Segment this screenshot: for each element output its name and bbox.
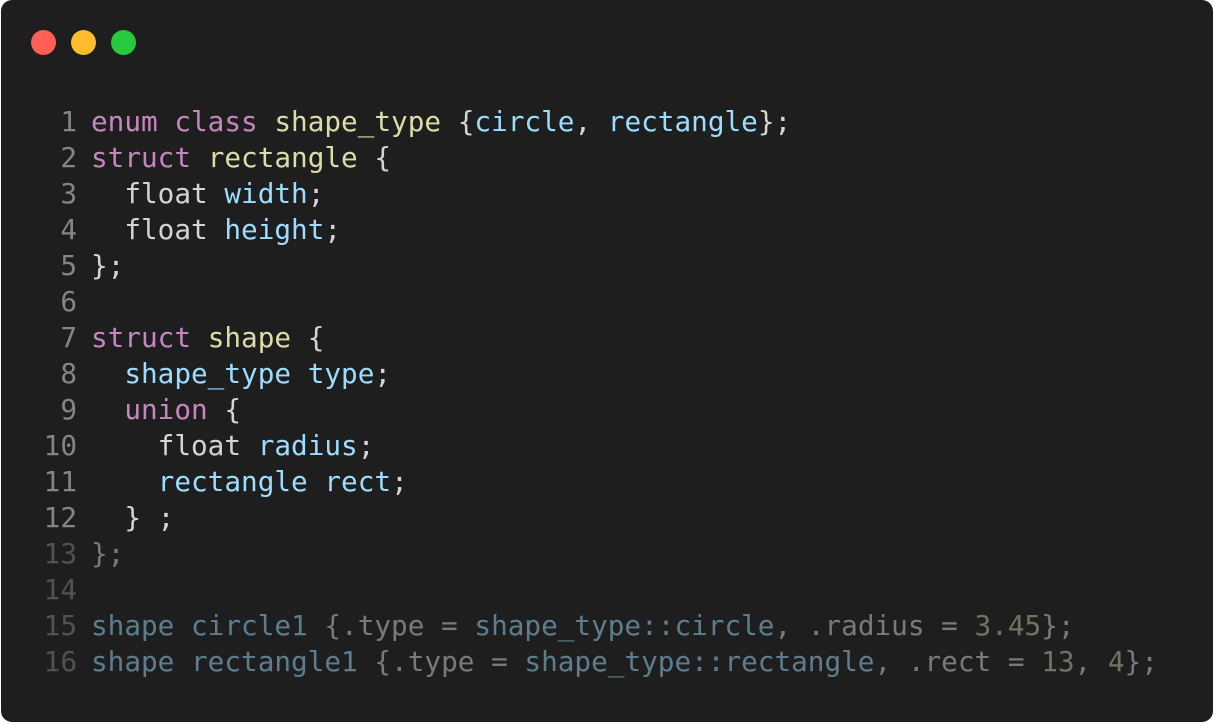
line-source: union { [91, 392, 241, 428]
code-token: , [574, 105, 608, 138]
code-line: 10 float radius; [41, 428, 1158, 464]
code-line: 7 struct shape { [41, 320, 1158, 356]
code-token: struct [91, 321, 208, 354]
code-token: height [224, 213, 325, 246]
code-line: 4 float height; [41, 212, 1158, 248]
code-token: float [91, 429, 258, 462]
code-token: shape_type type [91, 357, 375, 390]
code-token: enum class [91, 105, 275, 138]
code-token: , .rect = [874, 645, 1042, 678]
code-token: { [457, 105, 475, 138]
code-token: shape_type::rectangle [524, 645, 875, 678]
code-line: 6 [41, 284, 1158, 320]
code-line: 16 shape rectangle1 {.type = shape_type::… [41, 644, 1158, 680]
line-number: 11 [43, 465, 77, 498]
code-token: { [374, 141, 392, 174]
minimize-dot-icon[interactable] [71, 30, 96, 55]
code-token: }; [1124, 645, 1158, 678]
window-controls [31, 30, 136, 55]
code-line: 2 struct rectangle { [41, 140, 1158, 176]
code-token: {.type = [374, 645, 525, 678]
code-window: 1 enum class shape_type {circle, rectangl… [1, 0, 1213, 722]
code-line: 11 rectangle rect; [41, 464, 1158, 500]
code-line: 12 } ; [41, 500, 1158, 536]
code-token: shape rectangle1 [91, 645, 375, 678]
line-source: float radius; [91, 428, 375, 464]
code-token: float [91, 213, 225, 246]
line-source: shape circle1 {.type = shape_type::circl… [91, 608, 1075, 644]
line-source: }; [91, 536, 124, 572]
line-number: 2 [60, 141, 77, 174]
code-token: shape [207, 321, 308, 354]
line-number: 16 [43, 645, 77, 678]
code-token: rectangle [607, 105, 758, 138]
code-token: circle [474, 105, 575, 138]
code-token: shape_type::circle [474, 609, 775, 642]
code-line: 5}; [41, 248, 1158, 284]
code-line: 1 enum class shape_type {circle, rectangl… [41, 104, 1158, 140]
code-token: ; [391, 465, 408, 498]
line-number: 7 [60, 321, 77, 354]
line-source: enum class shape_type {circle, rectangle… [91, 104, 791, 140]
line-source: } ; [91, 500, 174, 536]
line-number: 1 [60, 105, 77, 138]
code-token: }; [91, 249, 125, 282]
line-number: 3 [60, 177, 77, 210]
code-token: ; [324, 213, 342, 246]
line-number: 4 [60, 213, 77, 246]
line-source: rectangle rect; [91, 464, 408, 500]
code-line: 14 [41, 572, 1158, 608]
line-number: 6 [60, 285, 77, 318]
code-token: { [307, 321, 325, 354]
code-token: rectangle rect [91, 465, 392, 498]
line-source: }; [91, 248, 124, 284]
code-line: 8 shape_type type; [41, 356, 1158, 392]
code-token: 13 [1041, 645, 1075, 678]
code-token: ; [374, 357, 392, 390]
code-token: ; [307, 177, 325, 210]
code-token: shape_type [274, 105, 458, 138]
code-token: union [91, 393, 225, 426]
line-number: 5 [60, 249, 77, 282]
maximize-dot-icon[interactable] [111, 30, 136, 55]
code-line: 9 union { [41, 392, 1158, 428]
code-editor: 1 enum class shape_type {circle, rectangl… [41, 104, 1158, 680]
line-number: 15 [43, 609, 77, 642]
code-token: rectangle [207, 141, 375, 174]
line-source: float height; [91, 212, 341, 248]
code-token: } ; [91, 501, 175, 534]
code-token: , .radius = [774, 609, 975, 642]
code-token: }; [91, 537, 125, 570]
code-token: 3.45 [974, 609, 1042, 642]
line-source: struct rectangle { [91, 140, 391, 176]
line-number: 13 [43, 537, 77, 570]
line-source: shape rectangle1 {.type = shape_type::re… [91, 644, 1158, 680]
code-token: struct [91, 141, 208, 174]
code-token: shape circle1 [91, 609, 325, 642]
close-dot-icon[interactable] [31, 30, 56, 55]
code-token: ; [357, 429, 375, 462]
code-token: width [224, 177, 308, 210]
line-number: 8 [60, 357, 77, 390]
code-token: radius [257, 429, 358, 462]
code-token: {.type = [324, 609, 475, 642]
line-source: shape_type type; [91, 356, 391, 392]
line-number: 10 [43, 429, 77, 462]
code-token: , [1074, 645, 1108, 678]
code-line: 15 shape circle1 {.type = shape_type::cir… [41, 608, 1158, 644]
line-source: float width; [91, 176, 324, 212]
line-number: 14 [43, 573, 77, 606]
line-number: 9 [60, 393, 77, 426]
line-source: struct shape { [91, 320, 324, 356]
code-line: 13}; [41, 536, 1158, 572]
code-token: }; [757, 105, 792, 138]
code-token: }; [1041, 609, 1075, 642]
code-token: 4 [1107, 645, 1125, 678]
code-line: 3 float width; [41, 176, 1158, 212]
code-token: { [224, 393, 242, 426]
line-number: 12 [43, 501, 77, 534]
code-token: float [91, 177, 225, 210]
